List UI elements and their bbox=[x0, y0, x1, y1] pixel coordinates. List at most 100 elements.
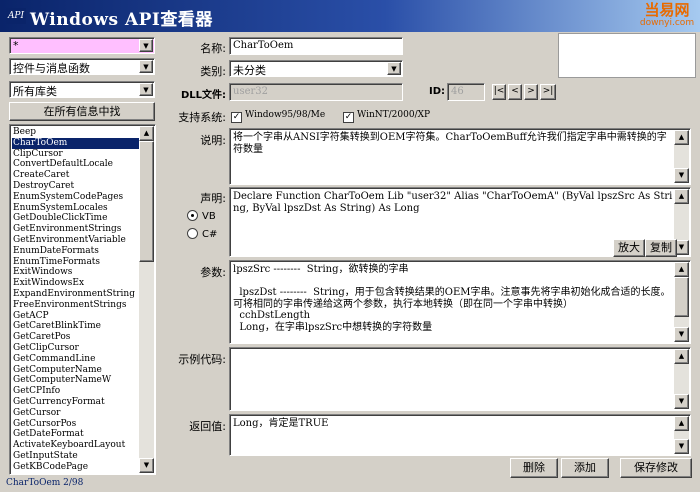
return-memo[interactable]: Long，肯定是TRUE ▲ ▼ bbox=[229, 414, 691, 456]
function-list-item[interactable]: GetCursor bbox=[12, 408, 140, 419]
search-value: * bbox=[13, 39, 19, 52]
api-viewer-window: API Windows API查看器 当易网 downyi.com * ▼ 控件… bbox=[0, 0, 700, 492]
params-text: lpszSrc -------- String，欲转换的字串 lpszDst -… bbox=[233, 264, 671, 333]
id-value: 46 bbox=[451, 86, 464, 97]
return-scrollbar[interactable]: ▲ ▼ bbox=[674, 416, 689, 454]
watermark-bottom: downyi.com bbox=[639, 18, 695, 28]
scroll-up-icon[interactable]: ▲ bbox=[674, 130, 689, 145]
add-button[interactable]: 添加 bbox=[561, 458, 609, 478]
scroll-up-icon[interactable]: ▲ bbox=[674, 189, 689, 204]
function-list-item[interactable]: EnumDateFormats bbox=[12, 246, 140, 257]
function-list-item[interactable]: DestroyCaret bbox=[12, 181, 140, 192]
chevron-down-icon[interactable]: ▼ bbox=[387, 62, 401, 75]
scroll-down-icon[interactable]: ▼ bbox=[674, 168, 689, 183]
lang-cs-radio[interactable]: C# bbox=[187, 228, 217, 240]
chevron-down-icon[interactable]: ▼ bbox=[139, 39, 153, 52]
last-record-button[interactable]: >| bbox=[540, 84, 556, 100]
desc-scrollbar[interactable]: ▲ ▼ bbox=[674, 130, 689, 183]
dll-field[interactable]: user32 bbox=[229, 83, 403, 101]
chevron-down-icon[interactable]: ▼ bbox=[139, 83, 153, 96]
function-list-item[interactable]: GetInputState bbox=[12, 451, 140, 462]
lang-vb-label: VB bbox=[202, 211, 216, 222]
id-field[interactable]: 46 bbox=[447, 83, 485, 101]
function-list-item[interactable]: GetCPInfo bbox=[12, 386, 140, 397]
function-list-item[interactable]: GetComputerNameW bbox=[12, 375, 140, 386]
window-title: Windows API查看器 bbox=[30, 10, 213, 30]
lang-cs-label: C# bbox=[202, 229, 218, 240]
function-list-item[interactable]: ConvertDefaultLocale bbox=[12, 159, 140, 170]
function-list-item[interactable]: GetCursorPos bbox=[12, 419, 140, 430]
prev-record-button[interactable]: < bbox=[508, 84, 522, 100]
delete-button[interactable]: 删除 bbox=[510, 458, 558, 478]
decl-label: 声明: bbox=[200, 192, 226, 205]
scroll-thumb[interactable] bbox=[674, 277, 689, 317]
scroll-down-icon[interactable]: ▼ bbox=[674, 394, 689, 409]
library-combo[interactable]: 所有库类 ▼ bbox=[9, 81, 155, 98]
function-list-scrollbar[interactable]: ▲ ▼ bbox=[139, 126, 154, 473]
scroll-up-icon[interactable]: ▲ bbox=[674, 262, 689, 277]
name-value: CharToOem bbox=[233, 40, 294, 51]
scroll-up-icon[interactable]: ▲ bbox=[674, 416, 689, 431]
name-field[interactable]: CharToOem bbox=[229, 37, 403, 55]
function-list-item[interactable]: GetEnvironmentStrings bbox=[12, 224, 140, 235]
function-list-item[interactable]: EnumSystemLocales bbox=[12, 203, 140, 214]
search-combo[interactable]: * ▼ bbox=[9, 37, 155, 54]
function-list-item[interactable]: FreeEnvironmentStrings bbox=[12, 300, 140, 311]
function-list-item[interactable]: GetACP bbox=[12, 311, 140, 322]
params-label: 参数: bbox=[200, 266, 226, 279]
save-changes-button[interactable]: 保存修改 bbox=[620, 458, 692, 478]
function-list-item[interactable]: GetKBCodePage bbox=[12, 462, 140, 473]
desc-memo[interactable]: 将一个字串从ANSI字符集转换到OEM字符集。CharToOemBuff允许我们… bbox=[229, 128, 691, 185]
function-list-item[interactable]: GetEnvironmentVariable bbox=[12, 235, 140, 246]
example-scrollbar[interactable]: ▲ ▼ bbox=[674, 349, 689, 409]
function-list-item[interactable]: ActivateKeyboardLayout bbox=[12, 440, 140, 451]
function-list-item[interactable]: EnumTimeFormats bbox=[12, 257, 140, 268]
search-all-button[interactable]: 在所有信息中找 bbox=[9, 102, 155, 121]
function-list[interactable]: Beep CharToOem ClipCursor ConvertDefaultLoc… bbox=[9, 124, 156, 475]
enlarge-button[interactable]: 放大 bbox=[613, 239, 645, 257]
function-list-item[interactable]: ExitWindows bbox=[12, 267, 140, 278]
radio-icon bbox=[187, 228, 198, 239]
function-list-item[interactable]: ExpandEnvironmentString bbox=[12, 289, 140, 300]
type-combo[interactable]: 未分类 ▼ bbox=[229, 60, 403, 77]
function-list-item[interactable]: Beep bbox=[12, 127, 140, 138]
function-list-item[interactable]: GetCaretBlinkTime bbox=[12, 321, 140, 332]
library-combo-value: 所有库类 bbox=[13, 85, 57, 98]
scroll-up-icon[interactable]: ▲ bbox=[139, 126, 154, 141]
scroll-down-icon[interactable]: ▼ bbox=[674, 439, 689, 454]
function-list-item[interactable]: CreateCaret bbox=[12, 170, 140, 181]
copy-button[interactable]: 复制 bbox=[645, 239, 677, 257]
lang-vb-radio[interactable]: VB bbox=[187, 210, 216, 222]
scroll-down-icon[interactable]: ▼ bbox=[139, 458, 154, 473]
scroll-down-icon[interactable]: ▼ bbox=[674, 327, 689, 342]
os-winnt-checkbox[interactable]: ✓ WinNT/2000/XP bbox=[343, 110, 430, 123]
scroll-up-icon[interactable]: ▲ bbox=[674, 349, 689, 364]
first-record-button[interactable]: |< bbox=[492, 84, 506, 100]
function-list-item[interactable]: ClipCursor bbox=[12, 149, 140, 160]
chevron-down-icon[interactable]: ▼ bbox=[139, 60, 153, 73]
function-list-item[interactable]: CharToOem bbox=[12, 137, 140, 149]
category-combo[interactable]: 控件与消息函数 ▼ bbox=[9, 58, 155, 75]
function-list-item[interactable]: GetCommandLine bbox=[12, 354, 140, 365]
desc-label: 说明: bbox=[200, 134, 226, 147]
os-label: 支持系统: bbox=[178, 111, 226, 124]
function-list-item[interactable]: GetDoubleClickTime bbox=[12, 213, 140, 224]
watermark-top: 当易网 bbox=[644, 1, 690, 19]
function-list-item[interactable]: GetCaretPos bbox=[12, 332, 140, 343]
function-list-items: Beep CharToOem ClipCursor ConvertDefaultLoc… bbox=[12, 127, 140, 473]
params-scrollbar[interactable]: ▲ ▼ bbox=[674, 262, 689, 342]
radio-selected-icon bbox=[187, 210, 198, 221]
function-list-item[interactable]: ExitWindowsEx bbox=[12, 278, 140, 289]
title-bar[interactable]: API Windows API查看器 当易网 downyi.com bbox=[0, 0, 700, 32]
params-memo[interactable]: lpszSrc -------- String，欲转换的字串 lpszDst -… bbox=[229, 260, 691, 344]
function-list-item[interactable]: GetClipCursor bbox=[12, 343, 140, 354]
function-list-item[interactable]: GetComputerName bbox=[12, 365, 140, 376]
check-icon: ✓ bbox=[343, 112, 354, 123]
next-record-button[interactable]: > bbox=[524, 84, 538, 100]
function-list-item[interactable]: GetCurrencyFormat bbox=[12, 397, 140, 408]
function-list-item[interactable]: GetDateFormat bbox=[12, 429, 140, 440]
function-list-item[interactable]: EnumSystemCodePages bbox=[12, 192, 140, 203]
os-win9x-checkbox[interactable]: ✓ Window95/98/Me bbox=[231, 110, 325, 123]
example-memo[interactable]: ▲ ▼ bbox=[229, 347, 691, 411]
scroll-thumb[interactable] bbox=[139, 141, 154, 262]
